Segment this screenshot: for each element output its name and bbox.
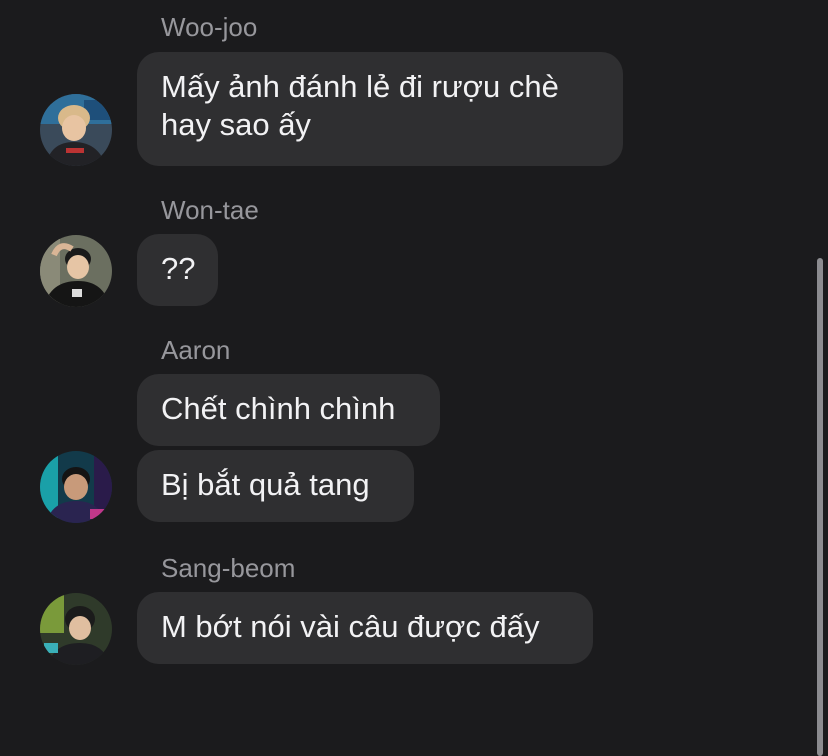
- sender-name-sang-beom: Sang-beom: [161, 553, 296, 583]
- sender-name-woo-joo: Woo-joo: [161, 12, 258, 42]
- sender-name-won-tae: Won-tae: [161, 195, 259, 225]
- message-bubble[interactable]: Mấy ảnh đánh lẻ đi rượu chè hay sao ấy: [137, 52, 623, 166]
- message-bubble[interactable]: Chết chình chình: [137, 374, 440, 446]
- chat-thread: Woo-joo Mấy ảnh đánh lẻ đi rượu chè hay …: [0, 0, 828, 756]
- avatar-sang-beom[interactable]: [40, 593, 112, 665]
- avatar-sang-beom-image: [40, 593, 112, 665]
- avatar-aaron-image: [40, 451, 112, 523]
- avatar-aaron[interactable]: [40, 451, 112, 523]
- avatar-won-tae[interactable]: [40, 235, 112, 307]
- message-bubble[interactable]: M bớt nói vài câu được đấy: [137, 592, 593, 664]
- scrollbar[interactable]: [817, 258, 823, 756]
- sender-name-aaron: Aaron: [161, 335, 231, 365]
- avatar-woo-joo[interactable]: [40, 94, 112, 166]
- message-bubble[interactable]: Bị bắt quả tang: [137, 450, 414, 522]
- message-bubble[interactable]: ??: [137, 234, 218, 306]
- avatar-woo-joo-image: [40, 94, 112, 166]
- avatar-won-tae-image: [40, 235, 112, 307]
